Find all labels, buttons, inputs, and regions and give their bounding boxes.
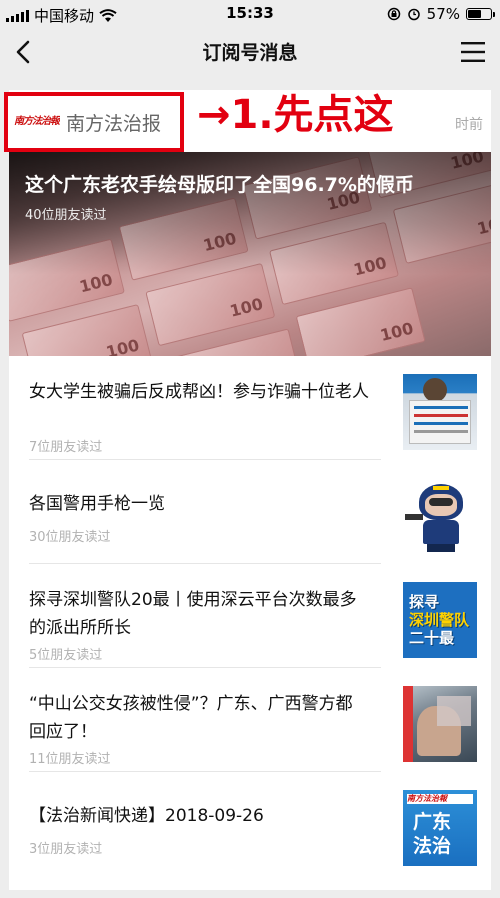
article-read-count: 3位朋友读过 — [29, 842, 103, 857]
battery-percent: 57% — [426, 5, 460, 23]
article-thumbnail — [403, 478, 477, 554]
annotation-arrow-text: →1.先点这 — [197, 92, 394, 138]
account-row: 南方法治報 南方法治报 →1.先点这 时前 — [4, 90, 491, 152]
article-title: 探寻深圳警队20最丨使用深云平台次数最多的派出所所长 — [29, 590, 357, 638]
article-thumbnail: 南方法治報 广东 法治 — [403, 790, 477, 866]
article-thumbnail — [403, 374, 477, 450]
article-thumbnail: 探寻 深圳警队 二十最 — [403, 582, 477, 658]
status-right: 57% — [387, 5, 495, 23]
nav-bar: 订阅号消息 — [0, 28, 500, 76]
article-read-count: 5位朋友读过 — [29, 648, 103, 663]
article-read-count: 11位朋友读过 — [29, 752, 111, 767]
menu-icon[interactable] — [460, 40, 486, 64]
article-item[interactable]: “中山公交女孩被性侵”？广东、广西警方都回应了！ 11位朋友读过 — [9, 668, 491, 772]
status-bar: 中国移动 15:33 57% — [0, 0, 500, 28]
article-thumbnail — [403, 686, 477, 762]
article-title: “中山公交女孩被性侵”？广东、广西警方都回应了！ — [29, 694, 353, 742]
hero-article[interactable]: 100 100 100 100 100 100 100 100 100 100 … — [9, 152, 491, 356]
article-title: 【法治新闻快递】2018-09-26 — [29, 806, 264, 826]
message-card: 南方法治報 南方法治报 →1.先点这 时前 100 100 100 100 10… — [4, 90, 491, 890]
article-list: 女大学生被骗后反成帮凶！参与诈骗十位老人 7位朋友读过 各国警用手枪一览 30位… — [9, 356, 491, 876]
article-item[interactable]: 各国警用手枪一览 30位朋友读过 — [9, 460, 491, 564]
article-read-count: 7位朋友读过 — [29, 440, 103, 455]
article-item[interactable]: 【法治新闻快递】2018-09-26 3位朋友读过 南方法治報 广东 法治 — [9, 772, 491, 876]
alarm-icon — [407, 8, 420, 21]
battery-icon — [466, 8, 495, 20]
article-item[interactable]: 探寻深圳警队20最丨使用深云平台次数最多的派出所所长 5位朋友读过 探寻 深圳警… — [9, 564, 491, 668]
hero-title: 这个广东老农手绘母版印了全国96.7%的假币 — [25, 174, 414, 196]
article-title: 各国警用手枪一览 — [29, 494, 165, 514]
orientation-lock-icon — [387, 7, 400, 21]
battery-fill — [468, 10, 481, 18]
hero-read-count: 40位朋友读过 — [25, 208, 107, 223]
account-name: 南方法治报 — [66, 112, 162, 135]
account-logo: 南方法治報 — [14, 116, 60, 127]
push-time: 时前 — [455, 117, 483, 133]
article-read-count: 30位朋友读过 — [29, 530, 111, 545]
article-title: 女大学生被骗后反成帮凶！参与诈骗十位老人 — [29, 382, 369, 402]
article-item[interactable]: 女大学生被骗后反成帮凶！参与诈骗十位老人 7位朋友读过 — [9, 356, 491, 460]
account-header-button[interactable]: 南方法治報 南方法治报 — [4, 92, 184, 152]
page-title: 订阅号消息 — [202, 42, 298, 64]
